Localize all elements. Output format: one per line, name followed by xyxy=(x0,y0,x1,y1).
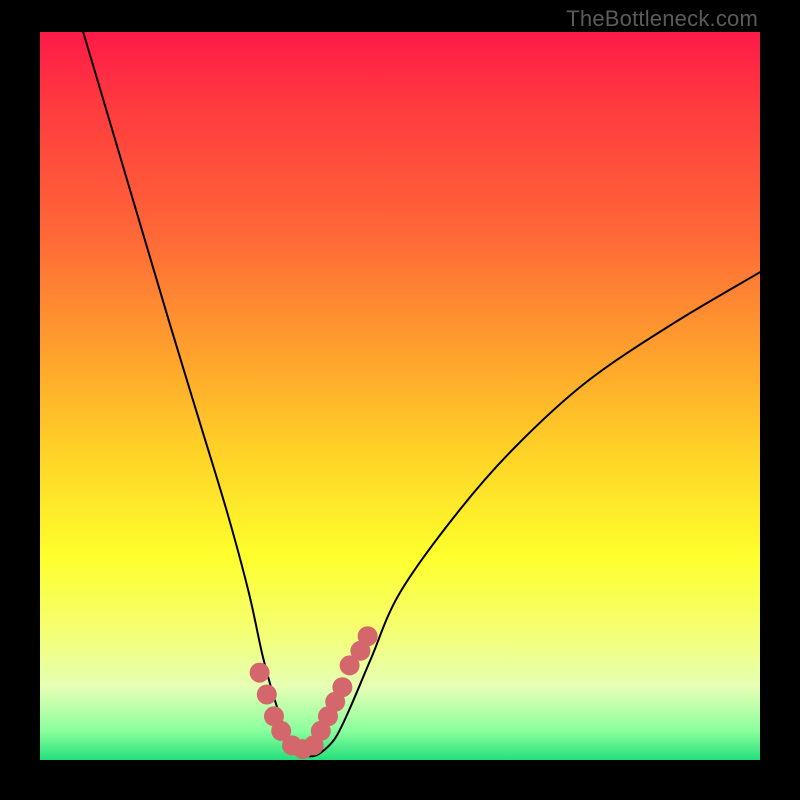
marker-dot xyxy=(250,663,270,683)
chart-frame: TheBottleneck.com xyxy=(0,0,800,800)
bottleneck-zone-dots xyxy=(250,626,378,759)
marker-dot xyxy=(257,685,277,705)
bottleneck-curve xyxy=(83,32,760,756)
curve-layer xyxy=(40,32,760,760)
plot-area xyxy=(40,32,760,760)
marker-dot xyxy=(332,677,352,697)
marker-dot xyxy=(358,626,378,646)
watermark-text: TheBottleneck.com xyxy=(566,6,758,32)
